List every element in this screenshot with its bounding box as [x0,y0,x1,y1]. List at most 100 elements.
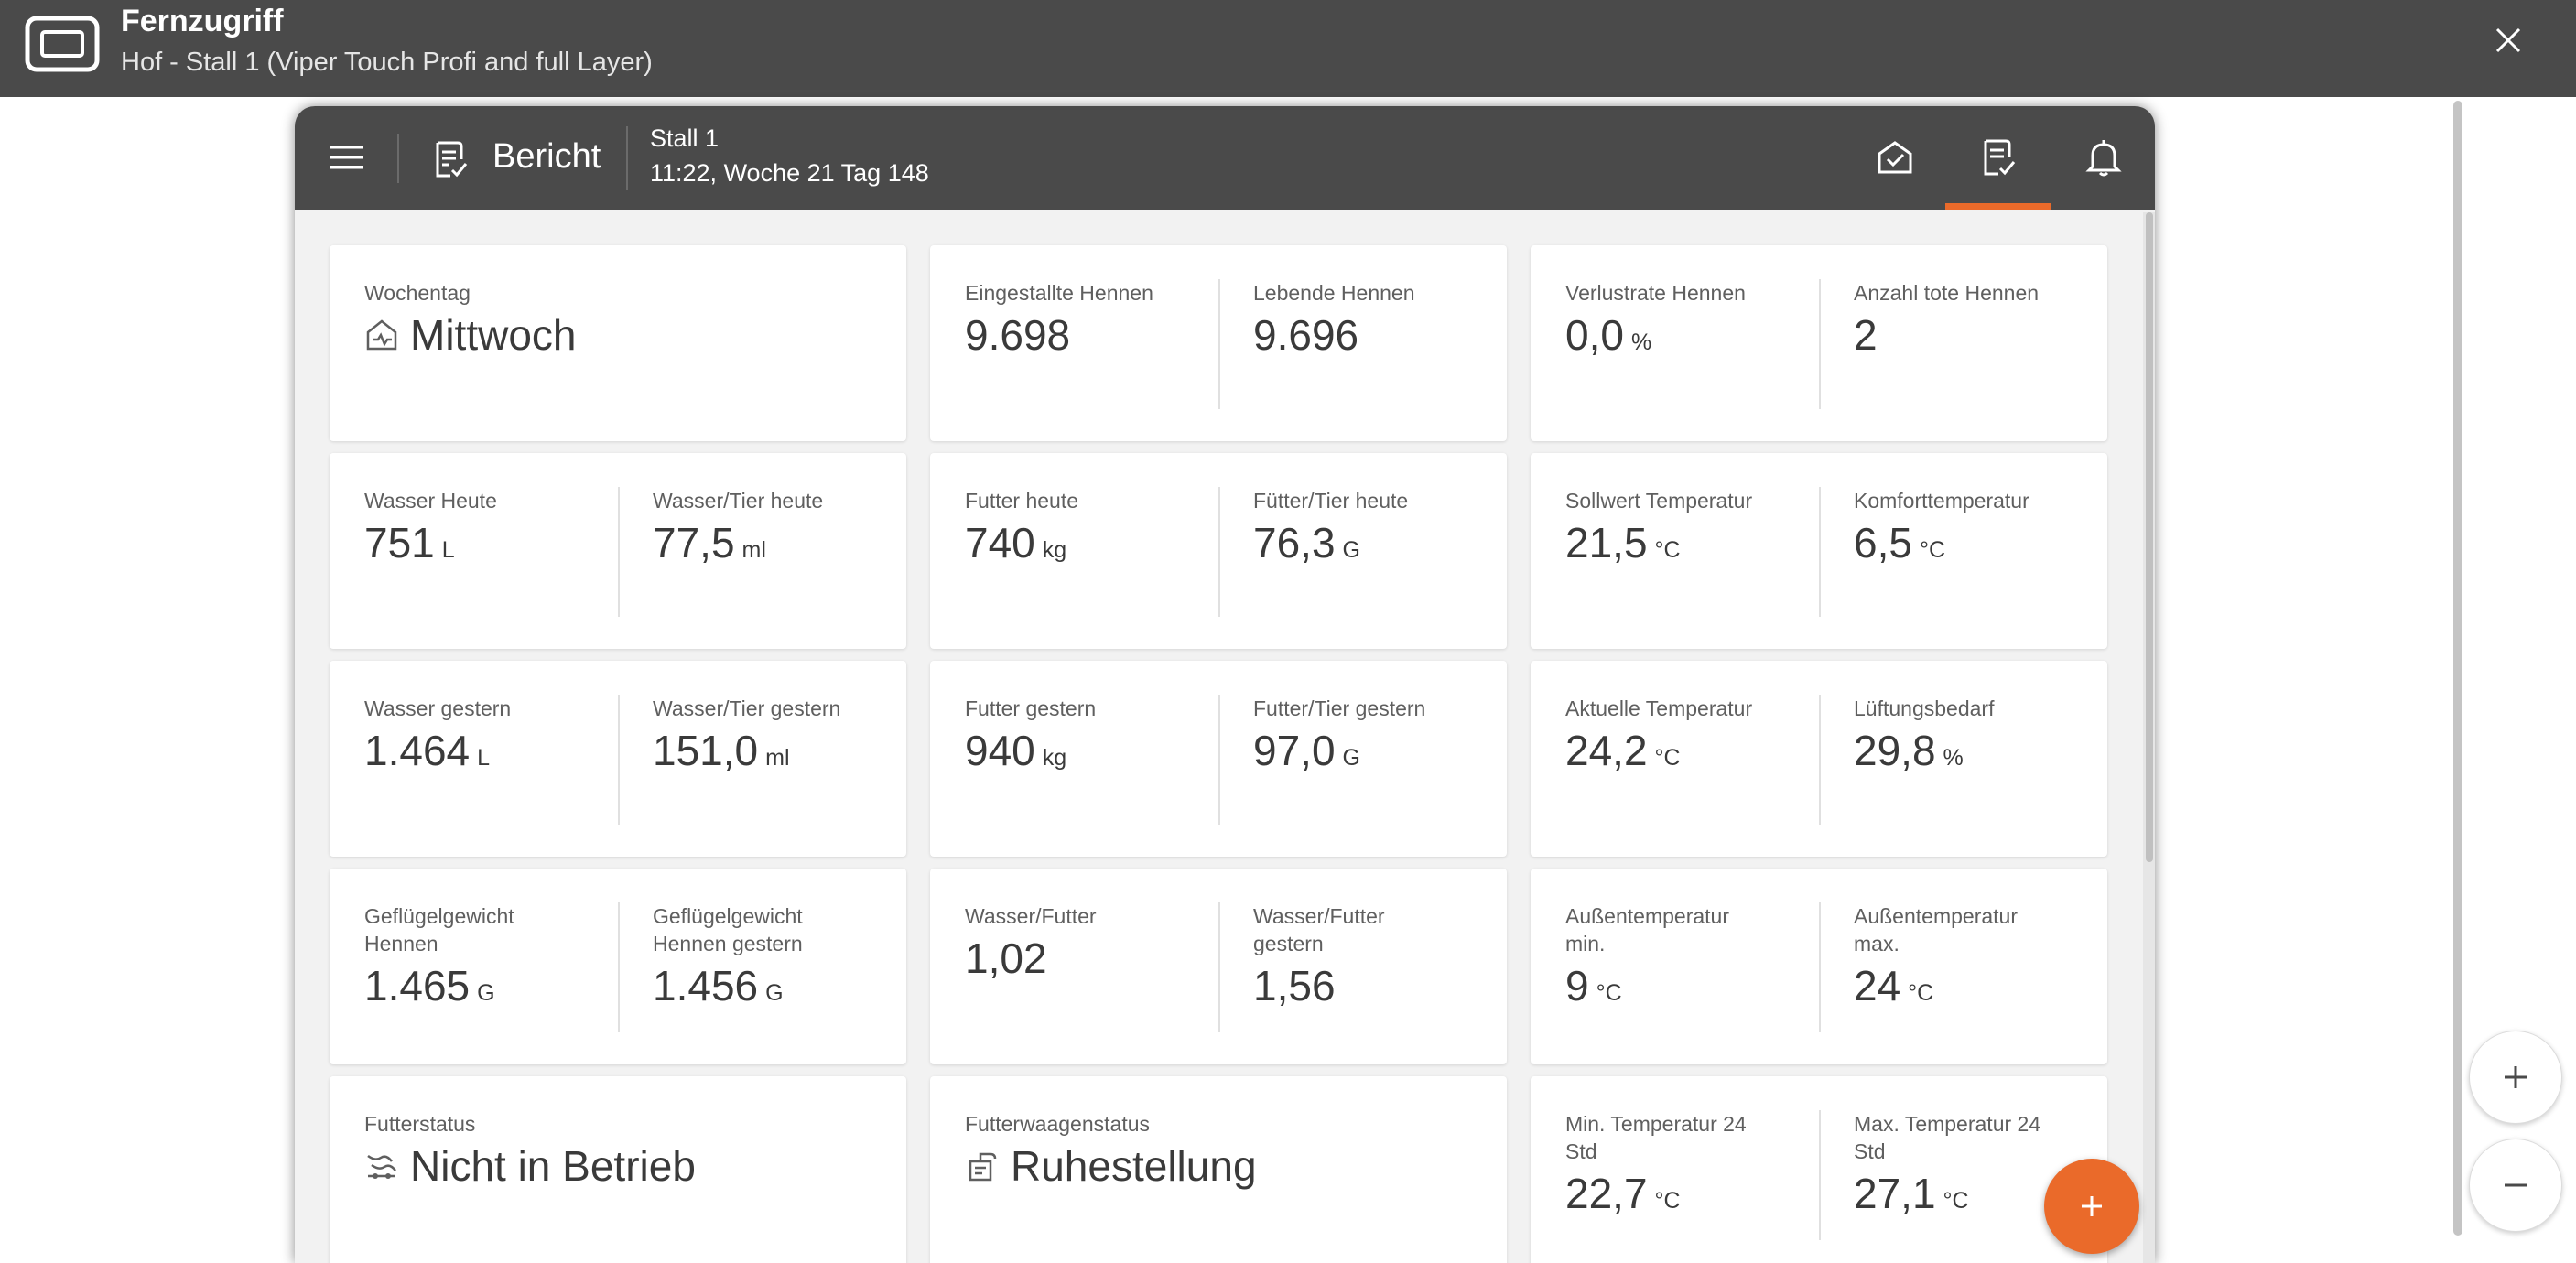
window-titlebar: Fernzugriff Hof - Stall 1 (Viper Touch P… [0,0,2576,97]
card-temperature-24h: Min. Temperatur 24 Std 22,7 °C Max. Tempe… [1531,1076,2107,1263]
stall-name: Stall 1 [650,124,720,152]
header-divider [397,134,399,183]
card-water-feed-ratio: Wasser/Futter 1,02 Wasser/Futter gestern… [930,869,1507,1064]
ventilation-demand-value: 29,8 [1854,727,1936,774]
card-water-yesterday: Wasser gestern 1.464 L Wasser/Tier gester… [330,661,906,857]
outside-temp-min-value: 9 [1565,962,1589,1009]
card-divider [1819,1110,1821,1240]
inner-scrollbar-thumb[interactable] [2146,212,2153,862]
zoom-in-button[interactable] [2469,1031,2562,1124]
close-icon[interactable] [2492,24,2525,57]
min-temp-24h-unit: °C [1654,1188,1681,1214]
weekday-value: Mittwoch [410,311,577,359]
card-divider [1819,695,1821,825]
card-divider [618,695,620,825]
window-title: Fernzugriff [121,4,284,38]
water-per-animal-today-value: 77,5 [653,519,735,567]
card-temperature-setpoints: Sollwert Temperatur 21,5 °C Komforttemper… [1531,453,2107,649]
feed-per-animal-yesterday-value: 97,0 [1253,727,1336,774]
water-per-animal-today-label: Wasser/Tier heute [653,489,824,513]
setpoint-temp-unit: °C [1654,537,1681,563]
comfort-temp-value: 6,5 [1854,519,1912,567]
card-hens: Eingestallte Hennen 9.698 Lebende Hennen… [930,245,1507,441]
hens-alive-label: Lebende Hennen [1253,281,1415,305]
poultry-weight-yesterday-unit: G [765,980,784,1006]
comfort-temp-label: Komforttemperatur [1854,489,2029,513]
card-divider [618,902,620,1032]
water-per-animal-yesterday-unit: ml [765,745,790,771]
nav-overview-button[interactable] [1867,130,1922,185]
hamburger-menu-icon[interactable] [328,141,364,174]
water-yesterday-label: Wasser gestern [364,696,512,720]
min-temp-24h-value: 22,7 [1565,1170,1648,1217]
current-temp-value: 24,2 [1565,727,1648,774]
water-feed-yesterday-value: 1,56 [1253,962,1336,1009]
loss-rate-value: 0,0 [1565,311,1624,359]
card-feed-today: Futter heute 740 kg Fütter/Tier heute 76,… [930,453,1507,649]
hens-housed-label: Eingestallte Hennen [965,281,1153,305]
feed-status-value: Nicht in Betrieb [410,1142,696,1190]
water-feed-label: Wasser/Futter [965,904,1097,928]
card-divider [1218,695,1220,825]
poultry-weight-value: 1.465 [364,962,471,1009]
outside-temp-min-label: Außentemperatur min. [1565,904,1729,955]
weekday-label: Wochentag [364,281,471,305]
feed-scale-status-label: Futterwaagenstatus [965,1112,1151,1136]
water-yesterday-value: 1.464 [364,727,471,774]
comfort-temp-unit: °C [1919,537,1946,563]
outside-temp-max-label: Außentemperatur max. [1854,904,2018,955]
max-temp-24h-label: Max. Temperatur 24 Std [1854,1112,2041,1163]
ventilation-demand-label: Lüftungsbedarf [1854,696,1995,720]
setpoint-temp-value: 21,5 [1565,519,1648,567]
card-weekday: Wochentag Mittwoch [330,245,906,441]
card-divider [1218,902,1220,1032]
report-header: Bericht Stall 1 11:22, Woche 21 Tag 148 [295,106,2155,210]
zoom-out-button[interactable] [2469,1139,2562,1232]
nav-report-button[interactable] [1971,130,2026,185]
max-temp-24h-unit: °C [1943,1188,1969,1214]
stall-time: 11:22, Woche 21 Tag 148 [650,159,929,187]
water-per-animal-yesterday-value: 151,0 [653,727,759,774]
dead-hens-label: Anzahl tote Hennen [1854,281,2040,305]
plus-icon [2082,1196,2102,1216]
nav-alarms-button[interactable] [2076,130,2131,185]
card-divider [1218,279,1220,409]
water-today-unit: L [441,537,455,563]
feed-yesterday-label: Futter gestern [965,696,1097,720]
water-yesterday-unit: L [477,745,491,771]
card-climate: Aktuelle Temperatur 24,2 °C Lüftungsbedar… [1531,661,2107,857]
current-temp-label: Aktuelle Temperatur [1565,696,1753,720]
add-fab-button[interactable] [2044,1159,2139,1254]
card-losses: Verlustrate Hennen 0,0% Anzahl tote Henn… [1531,245,2107,441]
max-temp-24h-value: 27,1 [1854,1170,1936,1217]
current-temp-unit: °C [1654,745,1681,771]
ventilation-demand-unit: % [1943,745,1964,771]
report-icon [436,141,468,178]
card-outside-temperature: Außentemperatur min. 9 °C Außentemperatur… [1531,869,2107,1064]
dead-hens-value: 2 [1854,311,1878,359]
header-divider [626,126,628,190]
poultry-weight-yesterday-label: Geflügelgewicht Hennen gestern [653,904,803,955]
feed-per-animal-yesterday-label: Futter/Tier gestern [1253,696,1426,720]
house-icon [366,319,397,351]
card-divider [1218,487,1220,617]
card-feed-status: Futterstatus Nicht in Betrieb [330,1076,906,1263]
feed-yesterday-unit: kg [1042,745,1067,771]
poultry-weight-unit: G [477,980,495,1006]
feed-per-animal-today-value: 76,3 [1253,519,1336,567]
feed-per-animal-yesterday-unit: G [1342,745,1360,771]
poultry-weight-label: Geflügelgewicht Hennen [364,904,514,955]
hens-housed-value: 9.698 [965,311,1071,359]
bell-icon [2085,140,2122,177]
card-water-today: Wasser Heute 751 L Wasser/Tier heute 77,5… [330,453,906,649]
feed-per-animal-today-label: Fütter/Tier heute [1253,489,1409,513]
feed-yesterday-value: 940 [965,727,1035,774]
water-per-animal-today-unit: ml [741,537,766,563]
card-divider [618,487,620,617]
remote-device-screen: Bericht Stall 1 11:22, Woche 21 Tag 148 [295,106,2155,1263]
feed-chain-icon [367,1154,396,1179]
outer-scrollbar-thumb[interactable] [2453,101,2462,1236]
poultry-weight-yesterday-value: 1.456 [653,962,759,1009]
feed-status-label: Futterstatus [364,1112,476,1136]
card-divider [1819,902,1821,1032]
